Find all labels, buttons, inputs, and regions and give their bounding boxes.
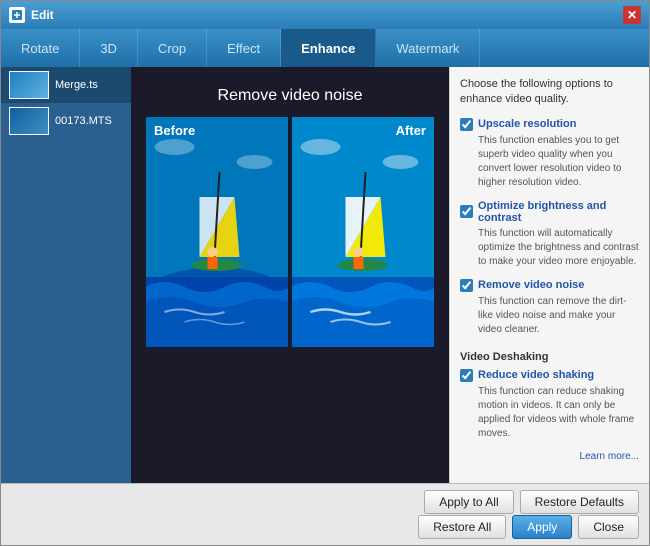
tab-3d[interactable]: 3D (80, 29, 138, 67)
after-label: After (396, 123, 426, 138)
edit-window: Edit ✕ Rotate 3D Crop Effect Enhance Wat… (0, 0, 650, 546)
right-panel: Choose the following options to enhance … (449, 67, 649, 483)
option-noise: Remove video noise This function can rem… (460, 279, 639, 337)
tab-rotate[interactable]: Rotate (1, 29, 80, 67)
close-window-button[interactable]: ✕ (623, 6, 641, 24)
noise-desc: This function can remove the dirt-like v… (460, 295, 639, 337)
before-label: Before (154, 123, 195, 138)
app-icon (9, 7, 25, 23)
option-brightness: Optimize brightness and contrast This fu… (460, 200, 639, 269)
upscale-desc: This function enables you to get superb … (460, 134, 639, 190)
file-item-merge[interactable]: Merge.ts (1, 67, 131, 103)
upscale-label: Upscale resolution (478, 118, 576, 130)
apply-to-all-button[interactable]: Apply to All (424, 490, 513, 514)
preview-images: Before (146, 117, 434, 347)
brightness-label: Optimize brightness and contrast (478, 200, 639, 224)
brightness-checkbox[interactable] (460, 205, 473, 218)
preview-title: Remove video noise (218, 87, 363, 105)
preview-area: Remove video noise Before (131, 67, 449, 483)
content-area: Merge.ts 00173.MTS Remove video noise Be… (1, 67, 649, 483)
option-upscale-row: Upscale resolution (460, 118, 639, 131)
preview-after: After (292, 117, 434, 347)
restore-all-button[interactable]: Restore All (418, 515, 506, 539)
deshake-checkbox[interactable] (460, 369, 473, 382)
deshaking-section-title: Video Deshaking (460, 351, 639, 363)
preview-before: Before (146, 117, 288, 347)
deshake-label: Reduce video shaking (478, 369, 594, 381)
tab-enhance[interactable]: Enhance (281, 29, 376, 67)
window-title: Edit (31, 8, 623, 22)
tab-watermark[interactable]: Watermark (376, 29, 480, 67)
deshake-desc: This function can reduce shaking motion … (460, 385, 639, 441)
option-upscale: Upscale resolution This function enables… (460, 118, 639, 190)
file-name-00173: 00173.MTS (55, 115, 112, 127)
tab-crop[interactable]: Crop (138, 29, 207, 67)
noise-label: Remove video noise (478, 279, 584, 291)
option-noise-row: Remove video noise (460, 279, 639, 292)
enhance-intro: Choose the following options to enhance … (460, 77, 639, 108)
nav-tabs: Rotate 3D Crop Effect Enhance Watermark (1, 29, 649, 67)
file-list: Merge.ts 00173.MTS (1, 67, 131, 483)
bottom-button-row: Restore All Apply Close (418, 515, 639, 539)
title-bar: Edit ✕ (1, 1, 649, 29)
option-brightness-row: Optimize brightness and contrast (460, 200, 639, 224)
apply-button[interactable]: Apply (512, 515, 572, 539)
bottom-bar: Apply to All Restore Defaults Restore Al… (1, 483, 649, 545)
file-thumb-merge (9, 71, 49, 99)
file-item-00173[interactable]: 00173.MTS (1, 103, 131, 139)
restore-defaults-button[interactable]: Restore Defaults (520, 490, 639, 514)
noise-checkbox[interactable] (460, 279, 473, 292)
tab-effect[interactable]: Effect (207, 29, 281, 67)
learn-more-link[interactable]: Learn more... (460, 451, 639, 462)
brightness-desc: This function will automatically optimiz… (460, 227, 639, 269)
upscale-checkbox[interactable] (460, 118, 473, 131)
file-name-merge: Merge.ts (55, 79, 98, 91)
file-thumb-00173 (9, 107, 49, 135)
close-button[interactable]: Close (578, 515, 639, 539)
option-deshake: Reduce video shaking This function can r… (460, 369, 639, 441)
top-button-row: Apply to All Restore Defaults (424, 490, 639, 514)
option-deshake-row: Reduce video shaking (460, 369, 639, 382)
